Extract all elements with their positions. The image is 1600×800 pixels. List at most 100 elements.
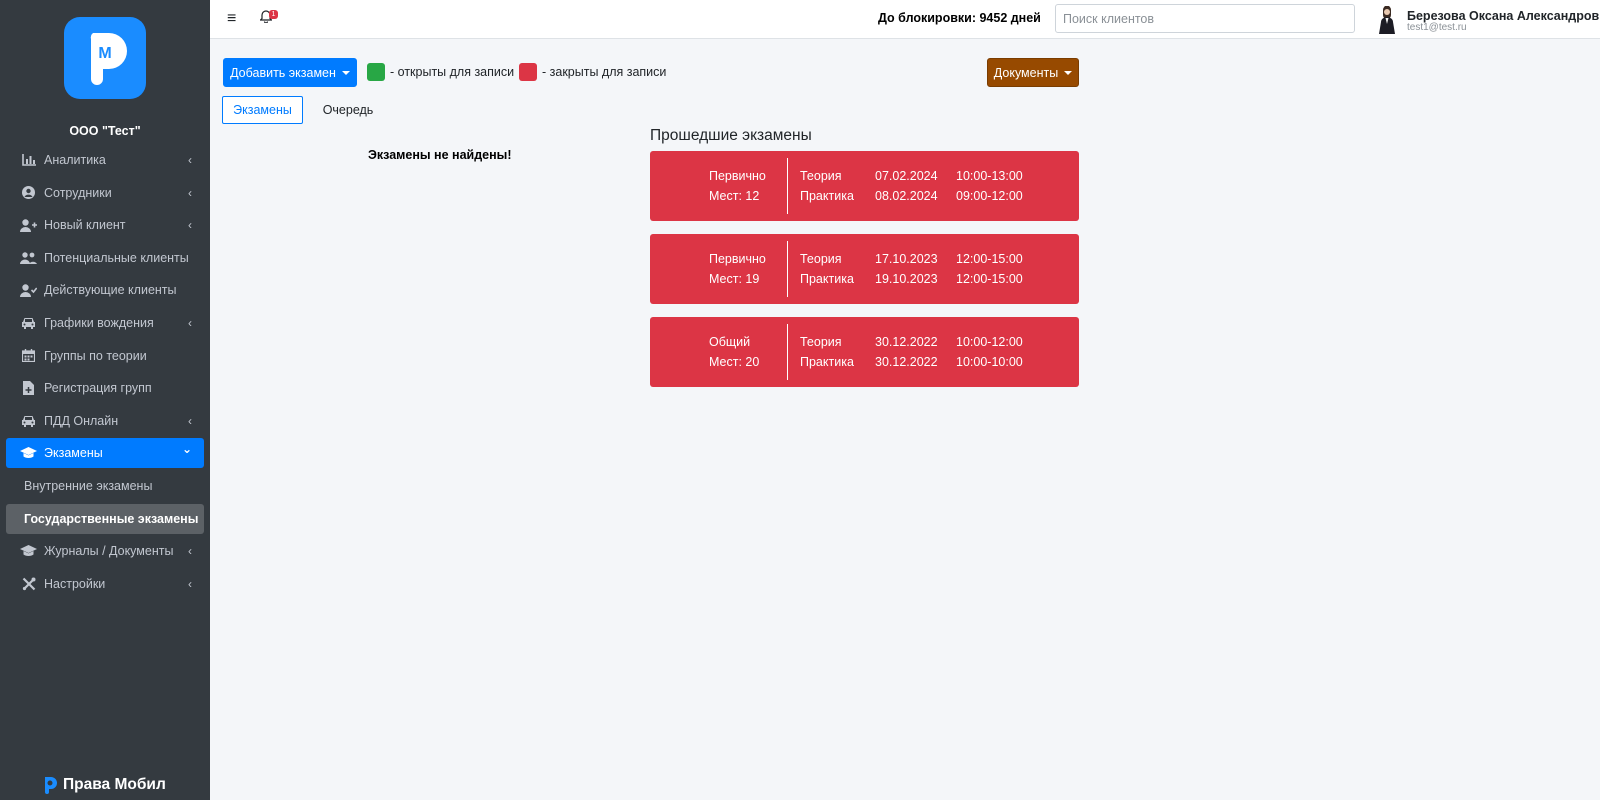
practice-time: 12:00-15:00 xyxy=(956,272,1023,286)
sidebar-item-journals-documents[interactable]: Журналы / Документы ‹ xyxy=(6,536,204,566)
user-email: test1@test.ru xyxy=(1407,22,1467,33)
svg-text:M: M xyxy=(98,45,111,62)
graduation-cap-icon xyxy=(20,446,37,460)
theory-label: Теория xyxy=(800,169,842,183)
caret-down-icon xyxy=(341,70,350,75)
theory-date: 17.10.2023 xyxy=(875,252,938,266)
sidebar-item-theory-groups[interactable]: Группы по теории xyxy=(6,341,204,371)
card-divider xyxy=(787,241,788,297)
sidebar-item-driving-schedules[interactable]: Графики вождения ‹ xyxy=(6,308,204,338)
sidebar-item-label: Журналы / Документы xyxy=(44,544,174,559)
add-exam-button[interactable]: Добавить экзамен xyxy=(223,58,357,87)
tab-exams[interactable]: Экзамены xyxy=(222,96,303,124)
sidebar-item-active-clients[interactable]: Действующие клиенты xyxy=(6,275,204,305)
tools-icon xyxy=(20,577,37,591)
documents-button[interactable]: Документы xyxy=(987,58,1079,87)
exam-seats: Мест: 20 xyxy=(709,355,760,369)
sidebar-item-label: Графики вождения xyxy=(44,315,154,330)
past-exam-card[interactable]: Общий Мест: 20 Теория 30.12.2022 10:00-1… xyxy=(650,317,1079,387)
sidebar-item-label: Аналитика xyxy=(44,153,106,167)
blocking-countdown: До блокировки: 9452 дней xyxy=(878,11,1041,25)
client-search-input[interactable] xyxy=(1055,4,1355,33)
sidebar-subitem-state-exams[interactable]: Государственные экзамены xyxy=(6,503,204,534)
practice-time: 09:00-12:00 xyxy=(956,189,1023,203)
graduation-cap-icon xyxy=(20,544,37,558)
theory-time: 10:00-13:00 xyxy=(956,169,1023,183)
sidebar-item-label: Экзамены xyxy=(44,446,103,461)
chevron-left-icon: ‹ xyxy=(188,153,192,167)
sidebar-subitem-internal-exams[interactable]: Внутренние экзамены xyxy=(6,471,204,501)
user-circle-icon xyxy=(20,186,37,200)
tab-queue[interactable]: Очередь xyxy=(316,96,380,124)
theory-label: Теория xyxy=(800,252,842,266)
sidebar-item-new-client[interactable]: Новый клиент ‹ xyxy=(6,210,204,240)
sidebar-nav: Аналитика ‹ Сотрудники ‹ Новый клиент ‹ … xyxy=(6,145,204,601)
card-divider xyxy=(787,158,788,214)
chevron-left-icon: ‹ xyxy=(188,218,192,233)
card-divider xyxy=(787,324,788,380)
add-exam-button-label: Добавить экзамен xyxy=(230,65,336,80)
file-plus-icon xyxy=(20,381,37,396)
past-exam-card[interactable]: Первично Мест: 19 Теория 17.10.2023 12:0… xyxy=(650,234,1079,304)
legend-open-label: - открыты для записи xyxy=(390,65,515,79)
sidebar-item-label: Действующие клиенты xyxy=(44,283,177,298)
avatar[interactable] xyxy=(1376,6,1398,34)
sidebar-item-label: Новый клиент xyxy=(44,218,126,233)
sidebar-item-analytics[interactable]: Аналитика ‹ xyxy=(6,145,204,175)
practice-date: 30.12.2022 xyxy=(875,355,938,369)
sidebar-item-label: Настройки xyxy=(44,576,106,591)
sidebar-item-exams[interactable]: Экзамены ⌄ xyxy=(6,438,204,469)
organization-name: ООО "Тест" xyxy=(69,124,141,138)
no-exams-message: Экзамены не найдены! xyxy=(368,148,512,162)
chevron-left-icon: ‹ xyxy=(188,185,192,200)
theory-date: 30.12.2022 xyxy=(875,335,938,349)
car-icon xyxy=(20,316,37,330)
past-exam-card[interactable]: Первично Мест: 12 Теория 07.02.2024 10:0… xyxy=(650,151,1079,221)
theory-time: 12:00-15:00 xyxy=(956,252,1023,266)
practice-date: 08.02.2024 xyxy=(875,189,938,203)
chevron-down-icon: ⌄ xyxy=(181,442,192,457)
brand[interactable]: Права Мобил xyxy=(40,776,166,794)
top-navbar: ≡ 1 До блокировки: 9452 дней Березова Ок… xyxy=(210,0,1600,39)
user-plus-icon xyxy=(20,218,37,232)
sidebar: M ООО "Тест" Аналитика ‹ Сотрудники ‹ Но… xyxy=(0,0,210,800)
brand-name: Права Мобил xyxy=(63,776,166,793)
caret-down-icon xyxy=(1064,70,1073,75)
sidebar-item-traffic-rules-online[interactable]: ПДД Онлайн ‹ xyxy=(6,406,204,436)
chart-icon xyxy=(20,153,37,167)
exam-type: Первично xyxy=(709,252,766,266)
documents-button-label: Документы xyxy=(993,65,1059,80)
sidebar-item-label: Группы по теории xyxy=(44,348,147,363)
chevron-left-icon: ‹ xyxy=(188,315,192,330)
car-icon xyxy=(20,414,37,428)
chevron-left-icon: ‹ xyxy=(188,544,192,559)
app-logo[interactable]: M xyxy=(64,17,146,99)
brand-logo-icon xyxy=(45,777,57,794)
chevron-left-icon: ‹ xyxy=(188,576,192,591)
chevron-left-icon: ‹ xyxy=(188,413,192,428)
practice-time: 10:00-10:00 xyxy=(956,355,1023,369)
notification-badge: 1 xyxy=(269,10,278,19)
open-status-swatch xyxy=(367,63,385,81)
sidebar-item-settings[interactable]: Настройки ‹ xyxy=(6,569,204,599)
exam-type: Общий xyxy=(709,335,751,349)
legend-closed-label: - закрыты для записи xyxy=(542,65,667,79)
users-icon xyxy=(20,251,37,265)
theory-date: 07.02.2024 xyxy=(875,169,938,183)
past-exams-heading: Прошедшие экзамены xyxy=(650,127,812,144)
closed-status-swatch xyxy=(519,63,537,81)
sidebar-item-label: ПДД Онлайн xyxy=(44,413,119,428)
menu-toggle-icon[interactable]: ≡ xyxy=(227,10,236,28)
theory-label: Теория xyxy=(800,335,842,349)
practice-label: Практика xyxy=(800,189,854,203)
practice-label: Практика xyxy=(800,355,854,369)
user-name[interactable]: Березова Оксана Александровна xyxy=(1407,9,1600,23)
theory-time: 10:00-12:00 xyxy=(956,335,1023,349)
practice-date: 19.10.2023 xyxy=(875,272,938,286)
exam-type: Первично xyxy=(709,169,766,183)
sidebar-item-group-registration[interactable]: Регистрация групп xyxy=(6,373,204,403)
sidebar-item-label: Потенциальные клиенты xyxy=(44,250,189,265)
practice-label: Практика xyxy=(800,272,854,286)
sidebar-item-potential-clients[interactable]: Потенциальные клиенты xyxy=(6,243,204,273)
sidebar-item-employees[interactable]: Сотрудники ‹ xyxy=(6,178,204,208)
